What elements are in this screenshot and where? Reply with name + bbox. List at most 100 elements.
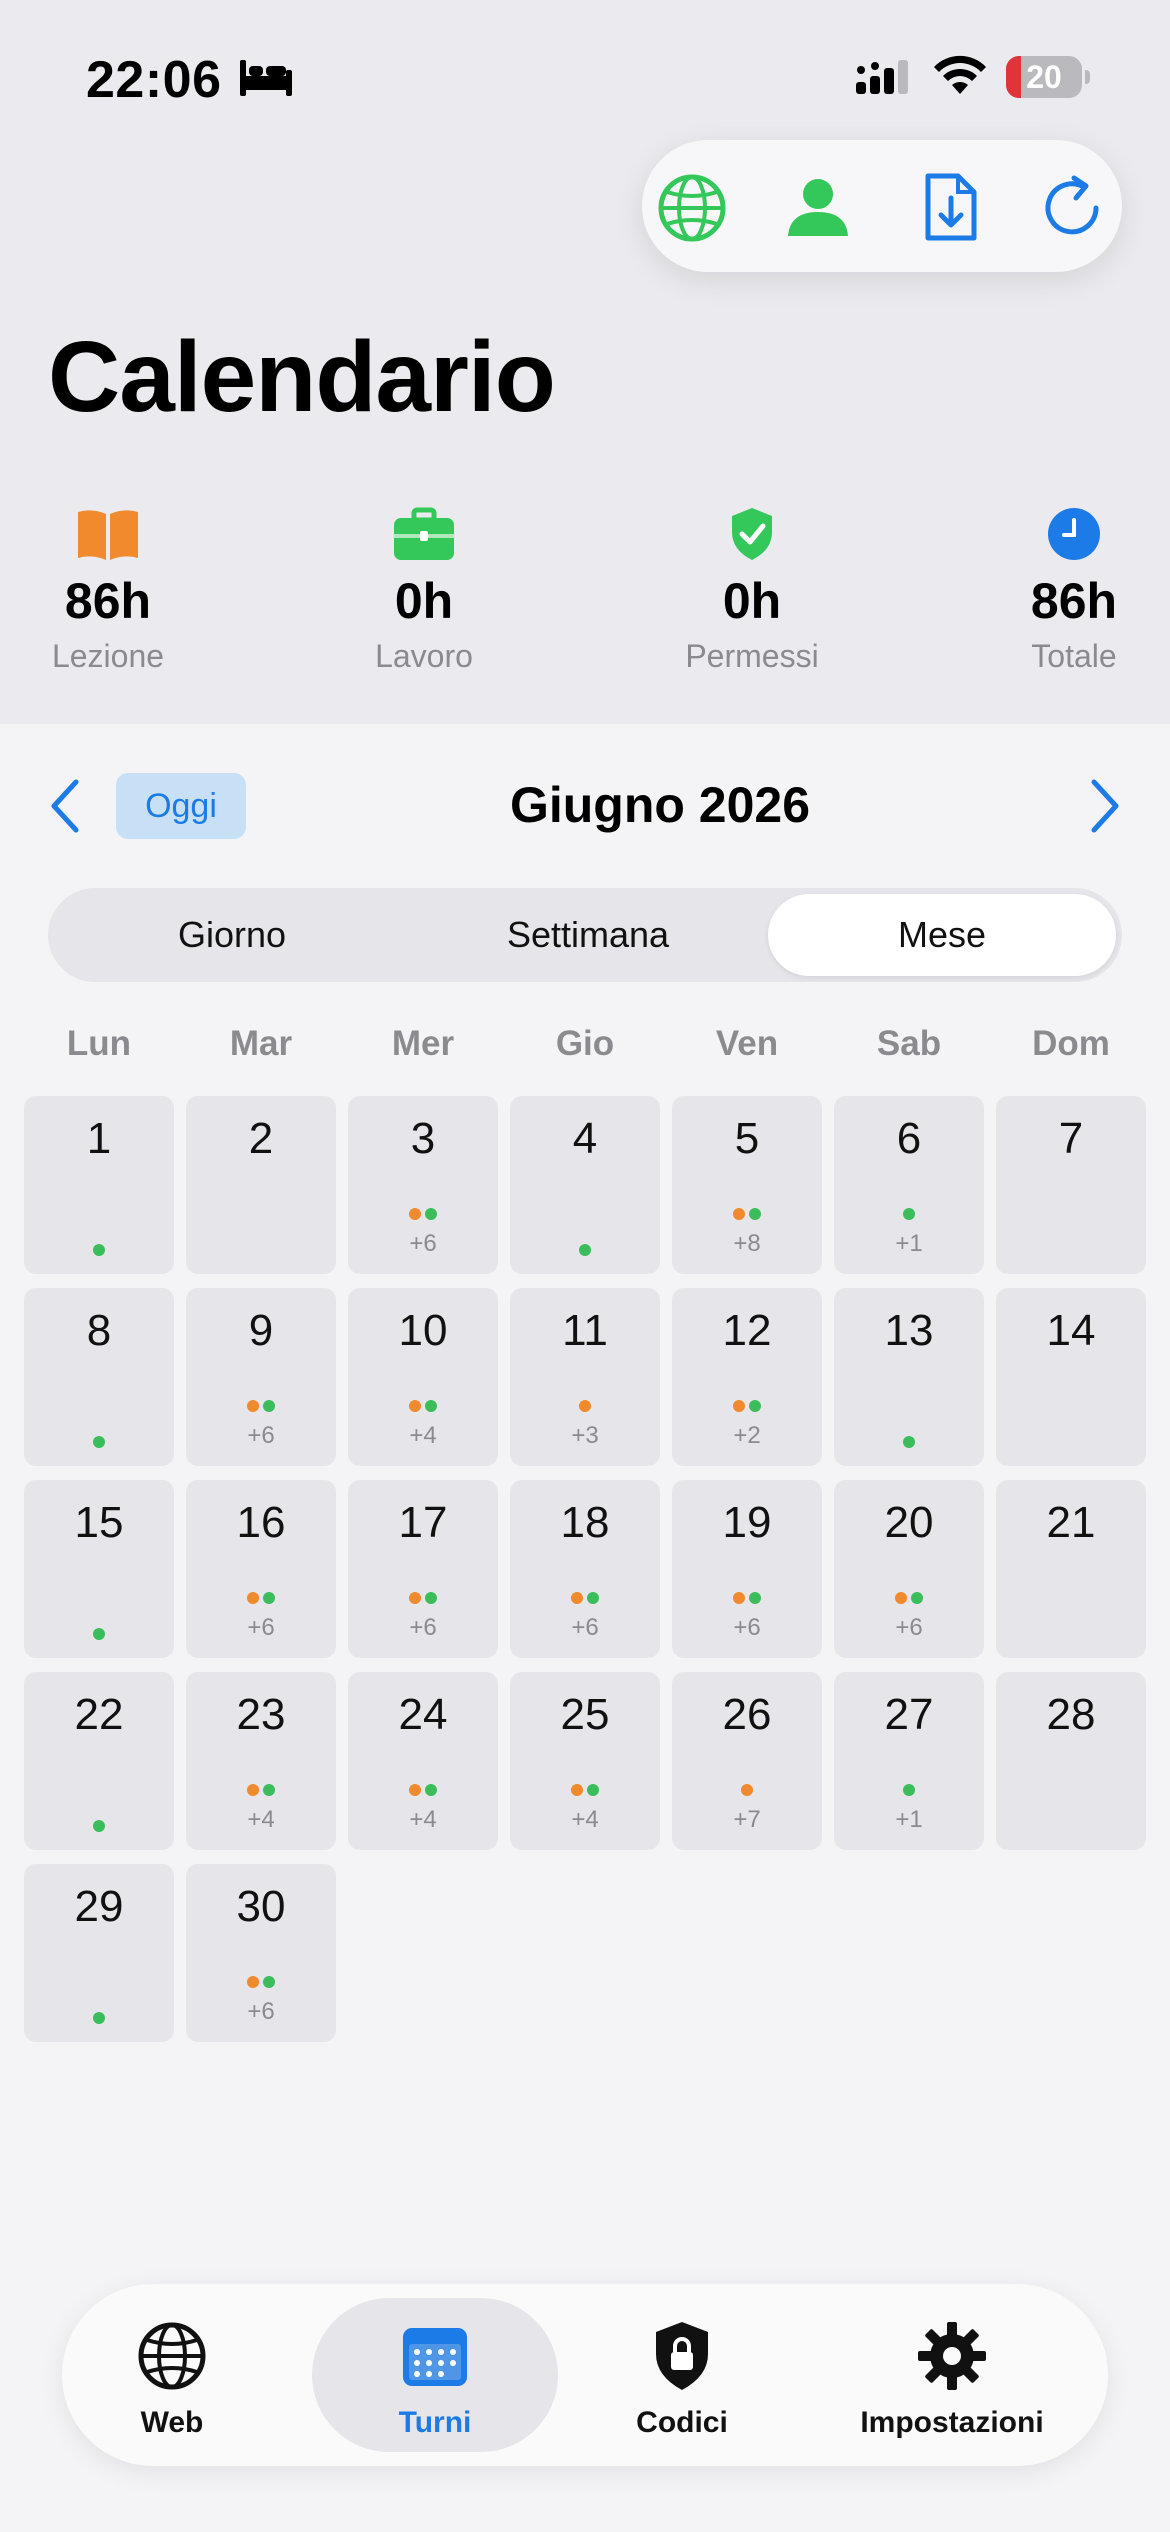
today-button[interactable]: Oggi	[116, 773, 246, 839]
event-dot	[911, 1592, 923, 1604]
day-cell[interactable]: 28	[996, 1672, 1146, 1850]
day-cell[interactable]: 10 +4	[348, 1288, 498, 1466]
stat-value: 86h	[1030, 573, 1118, 629]
day-cell[interactable]: 24 +4	[348, 1672, 498, 1850]
day-cell[interactable]: 17 +6	[348, 1480, 498, 1658]
day-cell[interactable]: 26 +7	[672, 1672, 822, 1850]
day-number: 11	[562, 1306, 608, 1355]
tab-web[interactable]: Web	[92, 2284, 252, 2466]
weekday-label: Mar	[229, 1024, 293, 1063]
segment-giorno[interactable]: Giorno	[54, 894, 410, 976]
day-cell[interactable]: 8	[24, 1288, 174, 1466]
event-dot	[93, 1436, 105, 1448]
day-cell[interactable]: 19 +6	[672, 1480, 822, 1658]
more-events-count: +3	[571, 1422, 599, 1449]
day-number: 10	[398, 1306, 448, 1355]
day-cell[interactable]: 9 +6	[186, 1288, 336, 1466]
segment-settimana[interactable]: Settimana	[410, 894, 766, 976]
event-dot	[409, 1592, 421, 1604]
more-events-count: +6	[409, 1614, 437, 1641]
battery-icon: 20	[1006, 56, 1090, 98]
tab-label: Turni	[398, 2406, 472, 2439]
day-number: 28	[1046, 1690, 1096, 1739]
event-dot	[263, 1976, 275, 1988]
event-dot	[263, 1400, 275, 1412]
day-number: 5	[734, 1114, 760, 1163]
event-dot-row	[672, 1784, 822, 1798]
chevron-right-icon[interactable]	[1084, 778, 1124, 834]
day-cell[interactable]: 6 +1	[834, 1096, 984, 1274]
tab-turni[interactable]: Turni	[312, 2284, 558, 2466]
event-dot-row	[24, 1436, 174, 1450]
day-cell[interactable]: 21	[996, 1480, 1146, 1658]
day-cell[interactable]: 13	[834, 1288, 984, 1466]
day-number: 26	[722, 1690, 772, 1739]
more-events-count: +4	[247, 1806, 275, 1833]
gear-icon	[918, 2322, 986, 2390]
signal-icon	[856, 60, 908, 94]
event-dot	[93, 1244, 105, 1256]
day-cell[interactable]: 16 +6	[186, 1480, 336, 1658]
day-cell[interactable]: 30 +6	[186, 1864, 336, 2042]
stat-label: Lezione	[51, 638, 165, 674]
event-dot-row	[834, 1784, 984, 1798]
event-dot-row	[186, 1976, 336, 1990]
globe-icon[interactable]	[656, 172, 728, 244]
event-dot	[93, 1628, 105, 1640]
chevron-left-icon[interactable]	[46, 778, 86, 834]
day-cell[interactable]: 5 +8	[672, 1096, 822, 1274]
day-cell[interactable]: 20 +6	[834, 1480, 984, 1658]
shield-check-icon	[732, 508, 772, 560]
day-cell[interactable]: 25 +4	[510, 1672, 660, 1850]
clock-icon	[1048, 508, 1100, 560]
tab-label: Codici	[636, 2406, 728, 2439]
day-cell[interactable]: 11 +3	[510, 1288, 660, 1466]
stat-lavoro: 0h Lavoro	[304, 506, 544, 675]
day-number: 7	[1058, 1114, 1084, 1163]
event-dot-row	[834, 1592, 984, 1606]
top-toolbar	[642, 140, 1122, 272]
event-dot-row	[510, 1592, 660, 1606]
day-cell[interactable]: 7	[996, 1096, 1146, 1274]
day-number: 13	[884, 1306, 934, 1355]
day-number: 17	[398, 1498, 448, 1547]
event-dot-row	[186, 1400, 336, 1414]
document-download-icon[interactable]	[914, 172, 986, 244]
day-cell[interactable]: 3 +6	[348, 1096, 498, 1274]
event-dot	[425, 1592, 437, 1604]
day-cell[interactable]: 14	[996, 1288, 1146, 1466]
weekday-label: Lun	[66, 1024, 132, 1063]
day-cell[interactable]: 29	[24, 1864, 174, 2042]
tab-codici[interactable]: Codici	[582, 2284, 782, 2466]
day-cell[interactable]: 15	[24, 1480, 174, 1658]
more-events-count: +4	[571, 1806, 599, 1833]
event-dot	[579, 1400, 591, 1412]
day-cell[interactable]: 23 +4	[186, 1672, 336, 1850]
stat-value: 0h	[394, 573, 454, 629]
bed-icon	[240, 60, 292, 96]
day-cell[interactable]: 2	[186, 1096, 336, 1274]
refresh-icon[interactable]	[1038, 172, 1110, 244]
day-cell[interactable]: 4	[510, 1096, 660, 1274]
day-cell[interactable]: 1	[24, 1096, 174, 1274]
day-cell[interactable]: 12 +2	[672, 1288, 822, 1466]
day-number: 27	[884, 1690, 934, 1739]
segment-mese[interactable]: Mese	[768, 894, 1116, 976]
event-dot	[247, 1976, 259, 1988]
calendar-icon	[403, 2328, 467, 2386]
briefcase-icon	[394, 507, 454, 560]
day-cell[interactable]: 27 +1	[834, 1672, 984, 1850]
event-dot	[903, 1436, 915, 1448]
event-dot-row	[348, 1592, 498, 1606]
day-number: 6	[896, 1114, 922, 1163]
day-cell[interactable]: 22	[24, 1672, 174, 1850]
person-icon[interactable]	[782, 172, 854, 244]
day-cell[interactable]: 18 +6	[510, 1480, 660, 1658]
event-dot-row	[186, 1592, 336, 1606]
event-dot-row	[348, 1208, 498, 1222]
event-dot	[733, 1400, 745, 1412]
tab-impostazioni[interactable]: Impostazioni	[822, 2284, 1082, 2466]
stat-label: Permessi	[685, 638, 819, 674]
weekday-label: Mer	[391, 1024, 455, 1063]
stat-totale: 86h Totale	[954, 506, 1170, 675]
